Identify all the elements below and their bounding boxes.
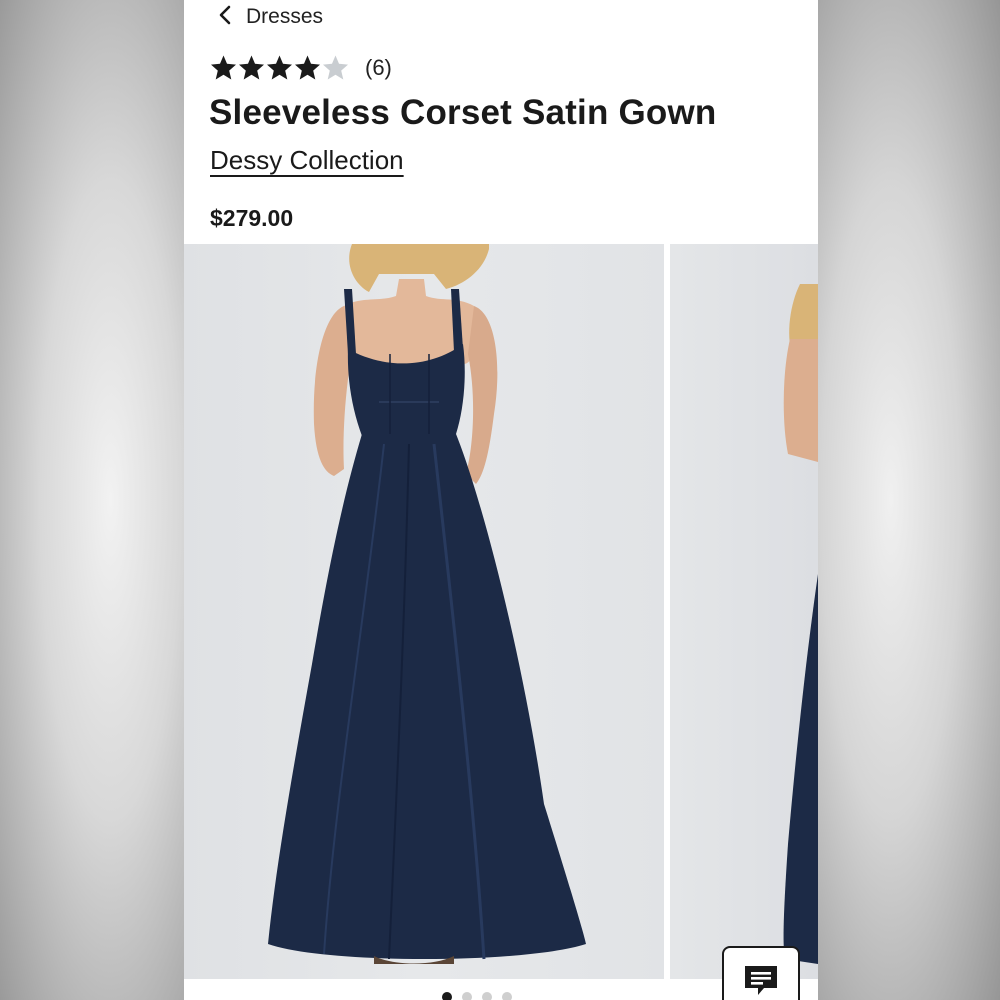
star-filled-icon <box>294 54 321 81</box>
image-gallery[interactable] <box>184 244 818 979</box>
chat-bubble-icon <box>742 964 780 1000</box>
pagination-dot[interactable] <box>502 992 512 1000</box>
gallery-pagination <box>442 992 512 1000</box>
product-title: Sleeveless Corset Satin Gown <box>209 93 717 132</box>
pagination-dot[interactable] <box>462 992 472 1000</box>
product-image-main[interactable] <box>184 244 664 979</box>
rating[interactable]: (6) <box>210 54 392 81</box>
background-blur-right <box>818 0 1000 1000</box>
star-filled-icon <box>238 54 265 81</box>
star-empty-icon <box>322 54 349 81</box>
back-link-label: Dresses <box>246 5 324 28</box>
star-filled-icon <box>266 54 293 81</box>
back-link[interactable]: Dresses <box>218 2 323 32</box>
product-page: Dresses (6) Sleeveless Corset Satin Gown… <box>184 0 818 1000</box>
chat-button[interactable] <box>722 946 800 1000</box>
product-image-next[interactable] <box>670 244 818 979</box>
brand-link[interactable]: Dessy Collection <box>210 145 404 176</box>
star-rating <box>210 54 349 81</box>
review-count[interactable]: (6) <box>365 55 392 81</box>
background-blur-left <box>0 0 184 1000</box>
product-price: $279.00 <box>210 205 294 231</box>
pagination-dot[interactable] <box>442 992 452 1000</box>
pagination-dot[interactable] <box>482 992 492 1000</box>
chevron-left-icon <box>218 5 232 30</box>
star-filled-icon <box>210 54 237 81</box>
